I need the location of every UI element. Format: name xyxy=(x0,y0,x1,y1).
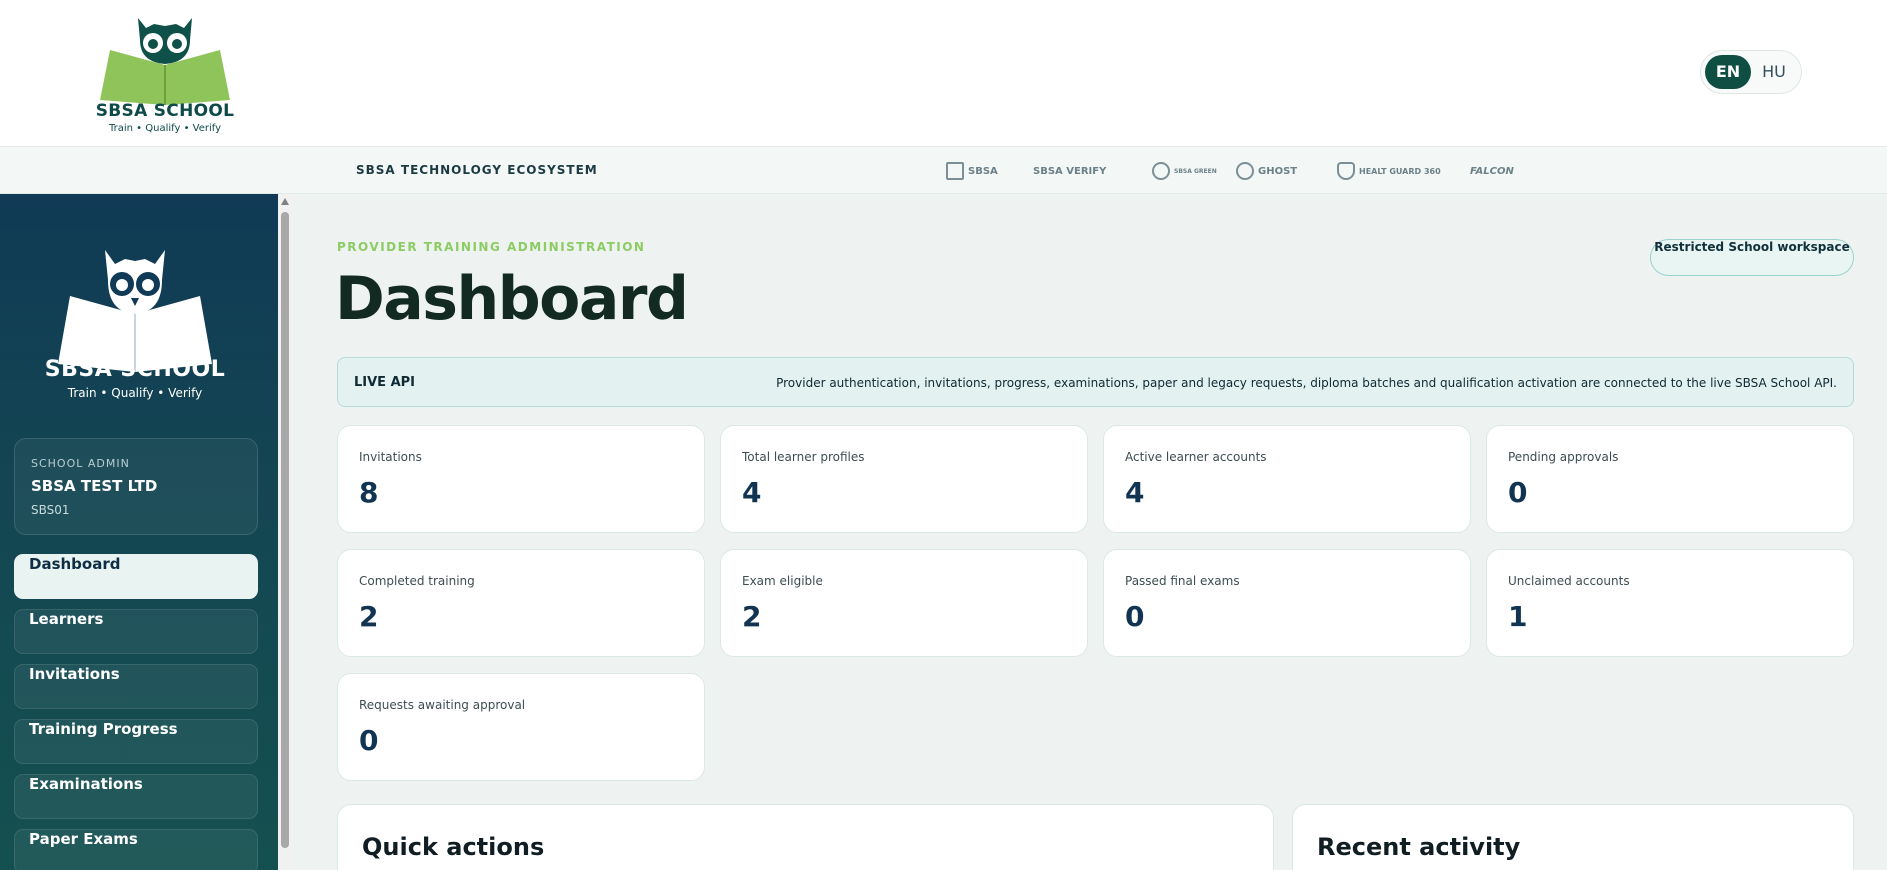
sidebar-brand-name: SBSA SCHOOL xyxy=(44,357,226,382)
admin-role: SCHOOL ADMIN xyxy=(31,457,130,470)
brand-tagline: Train • Qualify • Verify xyxy=(108,123,222,134)
admin-org-code: SBS01 xyxy=(31,503,70,517)
stat-value: 0 xyxy=(1508,476,1528,509)
admin-org-name: SBSA TEST LTD xyxy=(31,477,158,495)
page-eyebrow: PROVIDER TRAINING ADMINISTRATION xyxy=(337,240,646,254)
stat-label: Active learner accounts xyxy=(1125,450,1267,464)
sidebar-item-learners[interactable]: Learners xyxy=(14,609,258,654)
sidebar-scrollbar[interactable] xyxy=(278,194,292,870)
stat-label: Invitations xyxy=(359,450,422,464)
stat-value: 0 xyxy=(1125,600,1145,633)
stat-card-pending-approvals: Pending approvals 0 xyxy=(1486,425,1854,533)
sidebar-item-dashboard[interactable]: Dashboard xyxy=(14,554,258,599)
stat-card-invitations: Invitations 8 xyxy=(337,425,705,533)
stat-card-unclaimed-accounts: Unclaimed accounts 1 xyxy=(1486,549,1854,657)
stat-card-exam-eligible: Exam eligible 2 xyxy=(720,549,1088,657)
stat-card-requests-awaiting-approval: Requests awaiting approval 0 xyxy=(337,673,705,781)
sidebar-item-training-progress[interactable]: Training Progress xyxy=(14,719,258,764)
live-api-banner: LIVE API Provider authentication, invita… xyxy=(337,357,1854,407)
api-label: LIVE API xyxy=(354,375,416,390)
scrollbar-thumb[interactable] xyxy=(281,212,289,848)
stat-value: 4 xyxy=(742,476,762,509)
ecosystem-strip: SBSA TECHNOLOGY ECOSYSTEM SBSA SBSA VERI… xyxy=(0,146,1887,194)
ecosystem-label: SBSA TECHNOLOGY ECOSYSTEM xyxy=(356,163,598,177)
quick-actions-panel: Quick actions xyxy=(337,804,1274,870)
admin-card: SCHOOL ADMIN SBSA TEST LTD SBS01 xyxy=(14,438,258,535)
scroll-up-icon[interactable] xyxy=(281,198,289,205)
sidebar-item-paper-exams[interactable]: Paper Exams xyxy=(14,829,258,870)
stat-card-completed-training: Completed training 2 xyxy=(337,549,705,657)
quick-actions-title: Quick actions xyxy=(362,833,545,861)
owl-book-icon xyxy=(100,18,230,105)
ghost-logo[interactable]: GHOST xyxy=(1236,160,1297,182)
language-en-button[interactable]: EN xyxy=(1705,55,1751,89)
api-description: Provider authentication, invitations, pr… xyxy=(776,376,1837,390)
brand-name: SBSA SCHOOL xyxy=(95,101,235,121)
stat-card-total-learner-profiles: Total learner profiles 4 xyxy=(720,425,1088,533)
sbsa-green-logo[interactable]: SBSA GREEN xyxy=(1152,160,1217,182)
stat-label: Total learner profiles xyxy=(742,450,865,464)
sidebar-brand-tagline: Train • Qualify • Verify xyxy=(67,386,203,400)
language-switcher: EN HU xyxy=(1700,50,1802,94)
sidebar-item-examinations[interactable]: Examinations xyxy=(14,774,258,819)
stat-value: 2 xyxy=(359,600,379,633)
recent-activity-panel: Recent activity xyxy=(1292,804,1854,870)
sidebar-item-invitations[interactable]: Invitations xyxy=(14,664,258,709)
stat-value: 8 xyxy=(359,476,379,509)
stat-value: 1 xyxy=(1508,600,1528,633)
stat-label: Completed training xyxy=(359,574,475,588)
healt-guard-logo[interactable]: HEALT GUARD 360 xyxy=(1337,160,1441,182)
language-hu-button[interactable]: HU xyxy=(1751,55,1797,89)
workspace-badge: Restricted School workspace xyxy=(1650,239,1854,276)
top-header: SBSA SCHOOL Train • Qualify • Verify EN … xyxy=(0,0,1887,146)
stat-label: Passed final exams xyxy=(1125,574,1240,588)
sbsa-logo[interactable]: SBSA xyxy=(946,160,998,182)
brand-logo[interactable]: SBSA SCHOOL Train • Qualify • Verify xyxy=(90,10,240,134)
sidebar: SBSA SCHOOL Train • Qualify • Verify SCH… xyxy=(0,194,278,870)
recent-activity-title: Recent activity xyxy=(1317,833,1521,861)
stat-value: 0 xyxy=(359,724,379,757)
stat-label: Pending approvals xyxy=(1508,450,1619,464)
stat-label: Exam eligible xyxy=(742,574,823,588)
stat-card-active-learner-accounts: Active learner accounts 4 xyxy=(1103,425,1471,533)
stat-label: Requests awaiting approval xyxy=(359,698,526,712)
stat-value: 2 xyxy=(742,600,762,633)
page-title: Dashboard xyxy=(335,264,689,334)
sbsa-verify-logo[interactable]: SBSA VERIFY xyxy=(1033,160,1106,182)
stat-value: 4 xyxy=(1125,476,1145,509)
stat-card-passed-final-exams: Passed final exams 0 xyxy=(1103,549,1471,657)
falcon-logo[interactable]: FALCON xyxy=(1470,160,1514,182)
stat-label: Unclaimed accounts xyxy=(1508,574,1630,588)
